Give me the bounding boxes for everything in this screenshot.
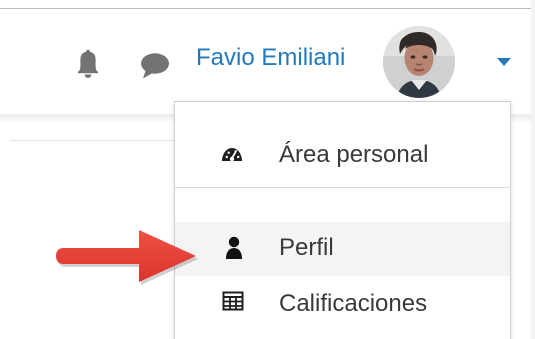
user-icon <box>226 236 242 259</box>
menu-item-perfil[interactable]: Perfil <box>175 222 510 276</box>
user-avatar[interactable] <box>383 26 455 98</box>
menu-item-area-personal[interactable]: Área personal <box>175 128 510 182</box>
right-edge <box>531 0 535 339</box>
user-dropdown-menu: Área personal Perfil Calificaciones <box>174 101 511 339</box>
annotation-arrow <box>56 230 198 285</box>
page-content-separator <box>10 140 180 141</box>
menu-divider <box>175 187 510 188</box>
dashboard-icon <box>222 148 242 162</box>
screenshot-stage: Favio Emiliani Área personal Perfil Cali… <box>0 0 535 339</box>
menu-item-label: Área personal <box>279 141 429 168</box>
message-bubble-icon[interactable] <box>140 52 170 80</box>
menu-item-calificaciones[interactable]: Calificaciones <box>175 278 510 332</box>
menu-item-label: Perfil <box>279 234 334 261</box>
caret-down-icon[interactable] <box>496 57 512 67</box>
bell-icon[interactable] <box>76 49 100 79</box>
table-icon <box>222 291 244 311</box>
user-name[interactable]: Favio Emiliani <box>196 43 345 73</box>
menu-item-label: Calificaciones <box>279 290 428 317</box>
